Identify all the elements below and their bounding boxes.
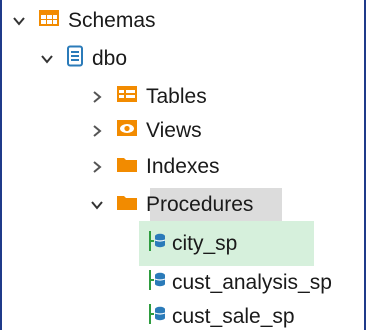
tables-icon: [116, 85, 138, 109]
tree-node-schemas[interactable]: Schemas: [10, 4, 156, 38]
tree-node-label: cust_sale_sp: [172, 305, 295, 328]
tree-node-dbo[interactable]: dbo: [38, 42, 127, 76]
tree-node-label: dbo: [92, 47, 128, 70]
chevron-right-icon[interactable]: [88, 88, 106, 106]
chevron-down-icon[interactable]: [38, 50, 56, 68]
chevron-right-icon[interactable]: [88, 122, 106, 140]
stored-procedure-icon: [148, 230, 166, 258]
schema-table-icon: [38, 8, 60, 34]
tree-node-label: Tables: [146, 85, 207, 108]
tree-node-label: Indexes: [146, 155, 220, 178]
tree-node-label: cust_analysis_sp: [172, 271, 332, 294]
tree-node-indexes[interactable]: Indexes: [88, 150, 220, 184]
folder-icon: [116, 193, 138, 217]
chevron-down-icon[interactable]: [88, 196, 106, 214]
tree-node-procedure[interactable]: cust_sale_sp: [148, 300, 295, 334]
tree-node-tables[interactable]: Tables: [88, 80, 207, 114]
object-explorer-tree: Schemas dbo Tables Views Indexes Procedu…: [0, 0, 366, 330]
tree-node-label: city_sp: [172, 232, 238, 255]
tree-node-views[interactable]: Views: [88, 114, 202, 148]
tree-node-procedures[interactable]: Procedures: [88, 188, 253, 222]
tree-node-label: Procedures: [146, 193, 254, 216]
tree-node-label: Views: [146, 119, 202, 142]
stored-procedure-icon: [148, 303, 166, 331]
folder-icon: [116, 155, 138, 179]
tree-node-procedure[interactable]: cust_analysis_sp: [148, 266, 332, 300]
chevron-right-icon[interactable]: [88, 158, 106, 176]
stored-procedure-icon: [148, 269, 166, 297]
tree-node-procedure[interactable]: city_sp: [148, 227, 237, 261]
schema-doc-icon: [66, 45, 84, 73]
tree-node-label: Schemas: [68, 9, 156, 32]
views-eye-icon: [116, 119, 138, 143]
chevron-down-icon[interactable]: [10, 12, 28, 30]
